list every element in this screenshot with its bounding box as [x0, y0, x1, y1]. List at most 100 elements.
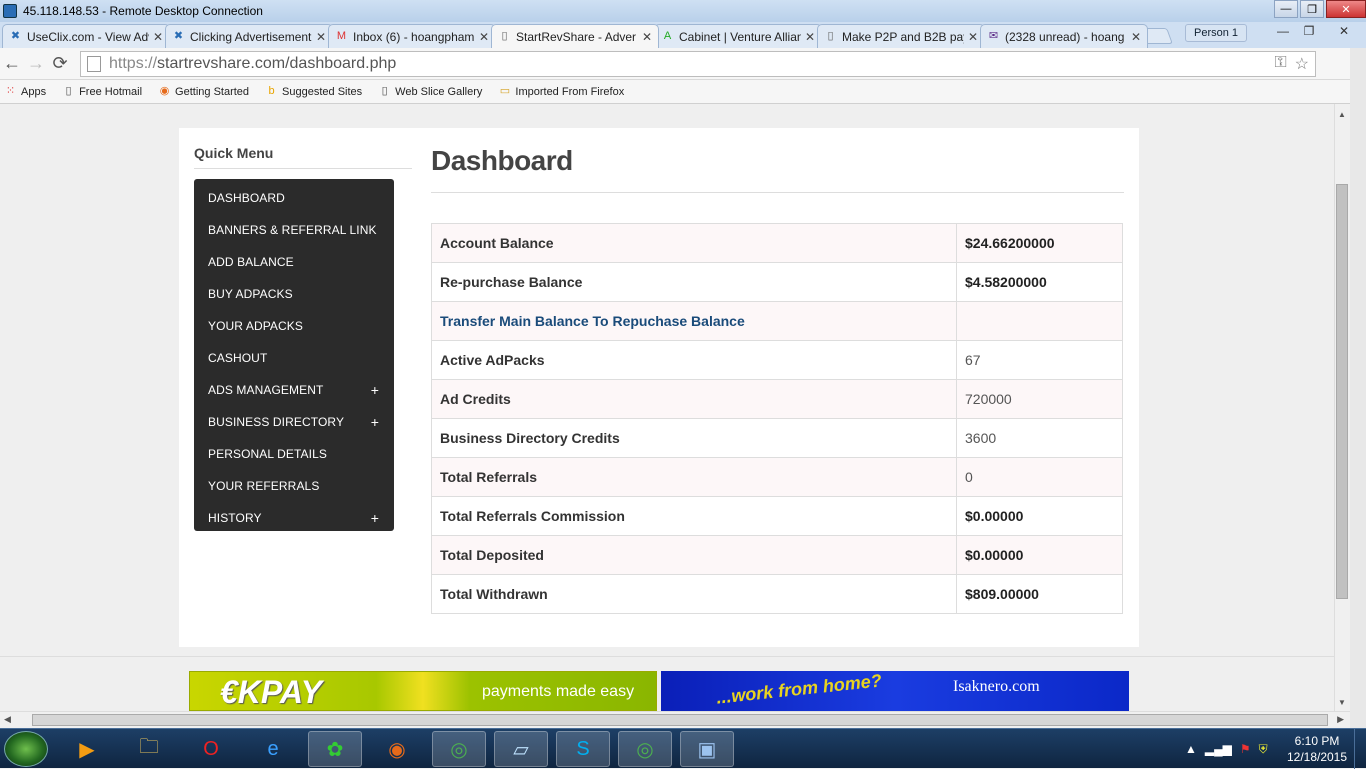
back-button[interactable]: ←: [0, 53, 24, 74]
close-tab-icon[interactable]: ✕: [153, 30, 163, 44]
quick-menu-item[interactable]: YOUR REFERRALS: [194, 470, 394, 502]
quick-menu-item-label: PERSONAL DETAILS: [208, 447, 327, 461]
scroll-left-icon[interactable]: ◀: [4, 714, 11, 725]
network-icon[interactable]: ▂▄▆: [1205, 742, 1232, 756]
scroll-thumb[interactable]: [32, 714, 1328, 726]
stat-label-cell: Re-purchase Balance: [431, 262, 957, 302]
quick-menu-item[interactable]: PERSONAL DETAILS: [194, 438, 394, 470]
bookmark-star-icon[interactable]: ☆: [1295, 54, 1309, 74]
chrome-icon[interactable]: ◎: [618, 731, 672, 767]
scroll-right-icon[interactable]: ▶: [1337, 714, 1344, 725]
bookmark-item[interactable]: ⁙ Apps: [0, 85, 46, 98]
bing-icon: b: [268, 85, 275, 97]
stat-label: Active AdPacks: [440, 352, 545, 368]
folder-icon: ▭: [499, 85, 511, 97]
apps-icon: ⁙: [5, 85, 16, 97]
transfer-balance-link[interactable]: Transfer Main Balance To Repuchase Balan…: [440, 313, 745, 329]
icq-icon[interactable]: ✿: [308, 731, 362, 767]
expand-icon[interactable]: +: [371, 374, 379, 406]
isaknero-banner[interactable]: ...work from home? Isaknero.com: [661, 670, 1129, 711]
scroll-down-icon[interactable]: ▼: [1338, 698, 1346, 707]
bookmark-item[interactable]: b Suggested Sites: [261, 85, 362, 98]
rdp-minimize-button[interactable]: —: [1274, 0, 1298, 18]
stat-label: Total Deposited: [440, 547, 544, 563]
tab[interactable]: A Cabinet | Venture Allian ✕: [654, 24, 822, 48]
quick-menu-item[interactable]: HISTORY +: [194, 502, 394, 534]
rdp-maximize-button[interactable]: ❐: [1300, 0, 1324, 18]
isaknero-slogan: ...work from home?: [715, 670, 883, 708]
gmail-icon: M: [336, 30, 347, 42]
reload-button[interactable]: ⟳: [48, 53, 72, 74]
quick-menu-item-label: DASHBOARD: [208, 191, 285, 205]
show-hidden-icons-icon[interactable]: ▲: [1185, 742, 1197, 756]
close-tab-icon[interactable]: ✕: [316, 30, 326, 44]
stat-label-cell: Total Referrals: [431, 457, 957, 497]
stat-label: Total Referrals: [440, 469, 537, 485]
tab[interactable]: ✖ UseClix.com - View Adv ✕: [2, 24, 170, 48]
tab[interactable]: ▯ Make P2P and B2B pay ✕: [817, 24, 985, 48]
browser-maximize-button[interactable]: ❐: [1296, 22, 1322, 40]
address-bar[interactable]: https:// startrevshare.com/dashboard.php…: [80, 51, 1316, 77]
bookmark-item[interactable]: ▭ Imported From Firefox: [494, 85, 625, 98]
page-viewport: Quick Menu DASHBOARD BANNERS & REFERRAL L…: [0, 104, 1350, 711]
file-explorer-icon[interactable]: 🗀: [122, 731, 176, 767]
browser-close-button[interactable]: ✕: [1322, 22, 1366, 40]
opera-icon[interactable]: O: [184, 731, 238, 767]
scroll-up-icon[interactable]: ▲: [1338, 110, 1346, 119]
close-tab-icon[interactable]: ✕: [968, 30, 978, 44]
bookmark-item[interactable]: ▯ Free Hotmail: [58, 85, 143, 98]
clock[interactable]: 6:10 PM 12/18/2015: [1282, 733, 1352, 765]
quick-menu-item[interactable]: ADS MANAGEMENT +: [194, 374, 394, 406]
show-desktop-button[interactable]: [1354, 729, 1366, 769]
scroll-thumb[interactable]: [1336, 184, 1348, 599]
tab[interactable]: ▯ StartRevShare - Adver ✕: [491, 24, 659, 48]
notepad-icon[interactable]: ▱: [494, 731, 548, 767]
quick-menu: DASHBOARD BANNERS & REFERRAL LINK ADD BALA…: [194, 179, 394, 531]
table-row: Total Referrals Commission $0.00000: [431, 496, 1123, 536]
tab[interactable]: ✉ (2328 unread) - hoang ✕: [980, 24, 1148, 48]
close-tab-icon[interactable]: ✕: [642, 30, 652, 44]
profile-button[interactable]: Person 1: [1185, 24, 1248, 42]
forward-button[interactable]: →: [24, 53, 48, 74]
close-tab-icon[interactable]: ✕: [479, 30, 489, 44]
quick-menu-item-label: YOUR REFERRALS: [208, 479, 320, 493]
quick-menu-item[interactable]: YOUR ADPACKS: [194, 310, 394, 342]
tab[interactable]: ✖ Clicking Advertisement ✕: [165, 24, 333, 48]
action-center-icon[interactable]: ⚑: [1240, 742, 1251, 756]
stat-value: $809.00000: [956, 574, 1123, 614]
skype-icon[interactable]: S: [556, 731, 610, 767]
close-tab-icon[interactable]: ✕: [1131, 30, 1141, 44]
quick-menu-item[interactable]: BUY ADPACKS: [194, 278, 394, 310]
browser-toolbar: ← → ⟳ https:// startrevshare.com/dashboa…: [0, 48, 1366, 80]
rdp-close-button[interactable]: ✕: [1326, 0, 1366, 18]
media-player-icon[interactable]: ▶: [60, 731, 114, 767]
quick-menu-item-label: BUSINESS DIRECTORY: [208, 415, 345, 429]
horizontal-scrollbar[interactable]: ◀ ▶: [0, 711, 1350, 728]
url-text: startrevshare.com/dashboard.php: [157, 55, 397, 72]
expand-icon[interactable]: +: [371, 502, 379, 534]
table-row: Account Balance $24.66200000: [431, 223, 1123, 263]
tab[interactable]: M Inbox (6) - hoangpham ✕: [328, 24, 496, 48]
firefox-icon[interactable]: ◉: [370, 731, 424, 767]
stat-label-cell: Total Referrals Commission: [431, 496, 957, 536]
close-tab-icon[interactable]: ✕: [805, 30, 815, 44]
bookmark-item[interactable]: ◉ Getting Started: [154, 85, 249, 98]
quick-menu-item[interactable]: CASHOUT: [194, 342, 394, 374]
bookmark-item[interactable]: ▯ Web Slice Gallery: [374, 85, 483, 98]
quick-menu-item[interactable]: ADD BALANCE: [194, 246, 394, 278]
stat-value: 720000: [956, 379, 1123, 419]
remote-desktop-icon[interactable]: ▣: [680, 731, 734, 767]
chrome-icon[interactable]: ◎: [432, 731, 486, 767]
security-icon[interactable]: ⛨: [1259, 742, 1268, 757]
okpay-banner[interactable]: €KPAY payments made easy: [189, 671, 657, 711]
start-button[interactable]: [4, 731, 48, 767]
quick-menu-item[interactable]: BANNERS & REFERRAL LINK: [194, 214, 394, 246]
browser-minimize-button[interactable]: —: [1270, 22, 1296, 40]
quick-menu-item[interactable]: DASHBOARD: [194, 182, 394, 214]
quick-menu-item[interactable]: BUSINESS DIRECTORY +: [194, 406, 394, 438]
expand-icon[interactable]: +: [371, 406, 379, 438]
key-icon[interactable]: ⚿: [1274, 54, 1286, 74]
internet-explorer-icon[interactable]: e: [246, 731, 300, 767]
vertical-scrollbar[interactable]: ▲ ▼: [1334, 104, 1350, 711]
bookmark-label: Apps: [21, 85, 47, 98]
